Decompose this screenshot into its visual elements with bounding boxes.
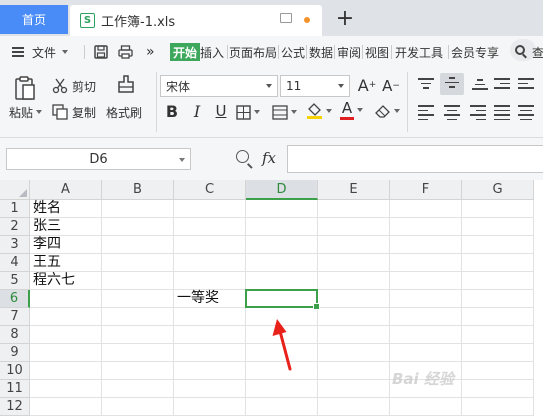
tab-bar: 首页 S 工作簿-1.xls + [0, 0, 543, 36]
file-menu-label: 文件 [32, 45, 57, 60]
arrow-head [272, 319, 287, 336]
menu-tab-review[interactable]: 审阅 [337, 43, 361, 61]
merge-cells-button[interactable] [272, 103, 297, 121]
spreadsheet-grid[interactable]: A B C D E F G 1 姓名 2 张三 3 李四 4 王五 5 程六七 6 一等奖 7 8 9 10 11 12 [0, 180, 543, 416]
formula-bar: D6 fx [0, 138, 543, 180]
font-name-value: 宋体 [166, 79, 191, 94]
menu-tab-data[interactable]: 数据 [309, 43, 333, 61]
menu-separator [362, 43, 363, 61]
align-middle-icon [445, 77, 459, 91]
format-painter-button[interactable]: 格式刷 [106, 104, 142, 120]
menu-separator [391, 43, 392, 61]
unsaved-dot-icon [304, 17, 310, 23]
shrink-font-button[interactable]: A − [382, 76, 400, 96]
border-button[interactable] [236, 103, 260, 121]
menu-separator [306, 43, 307, 61]
align-bottom-icon[interactable] [472, 79, 488, 93]
zoom-icon[interactable] [236, 150, 249, 163]
align-middle-button[interactable] [440, 73, 464, 95]
insert-function-button[interactable]: fx [262, 149, 276, 167]
font-color-swatch [340, 116, 354, 120]
menu-separator [334, 43, 335, 61]
chevron-down-icon [179, 158, 185, 162]
name-box-value: D6 [89, 151, 108, 167]
clear-button[interactable] [374, 102, 400, 120]
ribbon-separator [407, 72, 408, 132]
shrink-font-icon: A [382, 77, 393, 95]
align-top-icon[interactable] [418, 78, 434, 92]
menu-separator [84, 43, 85, 61]
distributed-align-icon[interactable] [518, 105, 534, 120]
ribbon-toolbar: 粘贴 剪切 复制 格式刷 宋体 11 A + A − B I U A [0, 68, 543, 138]
red-arrow-annotation [272, 319, 292, 371]
grow-font-button[interactable]: A + [357, 75, 377, 95]
merge-cells-icon [272, 104, 288, 120]
formula-input[interactable] [287, 145, 543, 173]
document-title: 工作簿-1.xls [101, 15, 176, 30]
eraser-icon [375, 105, 390, 118]
file-menu[interactable]: 文件 [12, 43, 69, 61]
underline-button[interactable]: U [212, 101, 230, 121]
tab-home[interactable]: 首页 [0, 5, 68, 34]
save-icon[interactable] [94, 43, 108, 61]
watermark-logo: Bai 经验 [392, 370, 454, 388]
align-left-icon[interactable] [418, 105, 434, 120]
name-box[interactable]: D6 [6, 148, 191, 170]
print-icon[interactable] [118, 43, 133, 61]
justify-icon[interactable] [494, 105, 510, 120]
menu-tab-formulas[interactable]: 公式 [281, 43, 305, 61]
menu-separator [278, 43, 279, 61]
arrow-shaft [279, 331, 292, 371]
format-painter-icon[interactable] [114, 74, 138, 100]
font-color-button[interactable]: A [340, 99, 363, 121]
copy-label: 复制 [72, 105, 97, 120]
search-label: 查 [532, 46, 543, 60]
menu-tab-developer[interactable]: 开发工具 [395, 43, 443, 61]
fill-color-button[interactable] [306, 101, 332, 121]
ribbon-separator [156, 72, 157, 132]
paste-label: 粘贴 [9, 105, 34, 120]
indent-increase-icon[interactable] [518, 78, 534, 92]
new-tab-button[interactable]: + [334, 5, 356, 31]
menu-tab-view[interactable]: 视图 [365, 43, 389, 61]
menu-tab-insert[interactable]: 插入 [200, 43, 224, 61]
paste-button[interactable]: 粘贴 [9, 104, 43, 120]
font-size-select[interactable]: 11 [280, 75, 350, 97]
grow-font-icon: A [357, 75, 369, 95]
paste-icon[interactable] [12, 74, 38, 102]
menu-tab-member[interactable]: 会员专享 [451, 43, 499, 61]
font-color-icon: A [341, 98, 353, 117]
cut-button[interactable]: 剪切 [52, 77, 96, 95]
indent-decrease-icon[interactable] [494, 78, 510, 92]
align-right-icon[interactable] [470, 105, 486, 120]
bold-button[interactable]: B [163, 101, 181, 121]
spreadsheet-icon: S [80, 13, 95, 28]
paint-bucket-icon [307, 103, 322, 119]
monitor-icon[interactable] [280, 13, 292, 23]
border-icon [236, 104, 251, 120]
hamburger-icon [12, 47, 24, 57]
font-size-value: 11 [286, 79, 302, 93]
copy-icon [52, 104, 68, 120]
tab-document[interactable]: S 工作簿-1.xls [70, 5, 322, 36]
cut-label: 剪切 [72, 79, 97, 94]
menu-tab-start[interactable]: 开始 [170, 43, 201, 61]
scissors-icon [52, 78, 68, 94]
menu-bar: 文件 » 开始 插入 页面布局 公式 数据 审阅 视图 开发工具 会员专享 查 [0, 36, 543, 68]
more-menus-icon[interactable]: » [146, 43, 155, 61]
search-button[interactable]: 查 [510, 39, 543, 61]
menu-separator [227, 43, 228, 61]
font-name-select[interactable]: 宋体 [160, 75, 278, 97]
chevron-down-icon [62, 50, 69, 54]
menu-tab-page-layout[interactable]: 页面布局 [229, 43, 277, 61]
italic-button[interactable]: I [189, 101, 205, 121]
align-center-icon[interactable] [444, 105, 460, 120]
copy-button[interactable]: 复制 [52, 103, 96, 121]
search-icon [515, 45, 525, 55]
menu-separator [448, 43, 449, 61]
